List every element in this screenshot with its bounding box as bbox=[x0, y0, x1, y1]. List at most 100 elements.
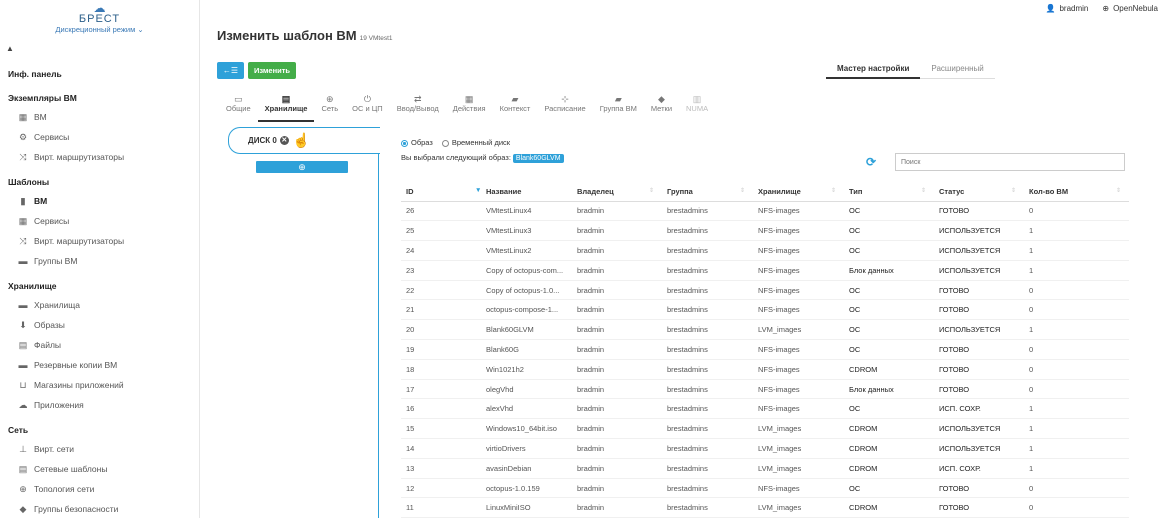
table-cell: bradmin bbox=[572, 458, 662, 479]
table-row[interactable]: 25 VMtestLinux3 bradmin brestadmins NFS-imag… bbox=[401, 220, 1129, 242]
sidebar-item[interactable]: ⊕ Топология сети bbox=[0, 479, 200, 499]
column-header-label: Тип bbox=[849, 187, 863, 197]
sidebar-item[interactable]: ▤ Сетевые шаблоны bbox=[0, 459, 200, 479]
nav-section[interactable]: Сеть bbox=[0, 422, 200, 439]
nav-item-label: Хранилища bbox=[34, 300, 80, 310]
section-tab-icon: ▤ bbox=[281, 94, 291, 104]
sidebar-item[interactable]: ⤨ Вирт. маршрутизаторы bbox=[0, 231, 200, 251]
add-disk-button[interactable]: ⊕ bbox=[256, 161, 348, 173]
section-tab[interactable]: ▰ Группа ВМ bbox=[593, 94, 644, 122]
sidebar-item[interactable]: ▦ ВМ bbox=[0, 107, 200, 127]
radio-volatile[interactable]: Временный диск bbox=[441, 138, 510, 147]
sidebar-item[interactable]: ▬ Резервные копии ВМ bbox=[0, 355, 200, 375]
table-cell: 1 bbox=[1024, 319, 1129, 341]
sidebar-item[interactable]: ⊥ Вирт. сети bbox=[0, 439, 200, 459]
user-name: bradmin bbox=[1059, 4, 1089, 13]
nav-section[interactable]: Экземпляры ВМ bbox=[0, 90, 200, 107]
nav-item-icon: ⊕ bbox=[19, 484, 27, 494]
table-cell: VMtestLinux4 bbox=[481, 201, 572, 222]
column-header[interactable]: Кол-во ВМ ⇕ bbox=[1024, 183, 1129, 202]
sidebar-item[interactable]: ▬ Хранилища bbox=[0, 295, 200, 315]
table-cell: brestadmins bbox=[662, 458, 753, 479]
table-row[interactable]: 26 VMtestLinux4 bradmin brestadmins NFS-imag… bbox=[401, 201, 1129, 222]
section-tab[interactable]: ▭ Общие bbox=[219, 94, 258, 122]
user-menu[interactable]: 👤 bradmin bbox=[1046, 4, 1089, 13]
section-tab[interactable]: ⏻ ОС и ЦП bbox=[345, 94, 390, 122]
column-header[interactable]: Название ▼ bbox=[475, 183, 572, 202]
user-icon: 👤 bbox=[1045, 4, 1056, 13]
section-tab[interactable]: ⇄ Ввод/Вывод bbox=[390, 94, 446, 122]
table-row[interactable]: 19 Blank60G bradmin brestadmins NFS-images OC… bbox=[401, 339, 1129, 360]
logo[interactable]: ☁ БРЕСТ Дискреционный режим ⌄ bbox=[0, 0, 199, 42]
disk-tab[interactable]: ДИСК 0 ✕ ☝ bbox=[228, 127, 380, 154]
table-cell: OC bbox=[844, 201, 934, 222]
column-header-label: Группа bbox=[667, 187, 693, 197]
table-cell: 1 bbox=[1024, 418, 1129, 440]
zone-menu[interactable]: ⊕ OpenNebula bbox=[1102, 4, 1158, 13]
table-cell: ИСПОЛЬЗУЕТСЯ bbox=[934, 240, 1024, 261]
collapse-sidebar-icon[interactable]: ▲ bbox=[6, 44, 14, 53]
update-button[interactable]: Изменить bbox=[248, 62, 296, 79]
tab-advanced[interactable]: Расширенный bbox=[920, 61, 995, 79]
table-row[interactable]: 18 Win1021h2 bradmin brestadmins NFS-images C… bbox=[401, 359, 1129, 380]
table-cell: brestadmins bbox=[662, 438, 753, 459]
table-row[interactable]: 14 virtioDrivers bradmin brestadmins LVM_ima… bbox=[401, 438, 1129, 459]
table-row[interactable]: 21 octopus-compose-1... bradmin brestadmins… bbox=[401, 299, 1129, 321]
section-tab[interactable]: ⊕ Сеть bbox=[314, 94, 345, 122]
table-cell: 0 bbox=[1024, 478, 1129, 499]
table-cell: ГОТОВО bbox=[934, 359, 1024, 380]
table-cell: 24 bbox=[401, 240, 481, 261]
table-row[interactable]: 23 Copy of octopus-com... bradmin brestadmi… bbox=[401, 260, 1129, 281]
sidebar-item[interactable]: ▬ Группы ВМ bbox=[0, 251, 200, 271]
section-tab[interactable]: ▦ Действия bbox=[446, 94, 493, 122]
table-row[interactable]: 24 VMtestLinux2 bradmin brestadmins NFS-imag… bbox=[401, 240, 1129, 261]
sidebar-item[interactable]: ⚙ Сервисы bbox=[0, 127, 200, 147]
table-cell: 1 bbox=[1024, 398, 1129, 420]
refresh-icon[interactable]: ⟳ bbox=[866, 155, 876, 169]
search-input[interactable] bbox=[895, 153, 1125, 171]
nav-section[interactable]: Хранилище bbox=[0, 278, 200, 295]
table-row[interactable]: 22 Copy of octopus-1.0... bradmin brestadmi… bbox=[401, 280, 1129, 301]
nav-section[interactable]: Инф. панель bbox=[0, 66, 200, 83]
column-header[interactable]: Группа ⇕ bbox=[662, 183, 753, 202]
nav-item-label: Приложения bbox=[34, 400, 84, 410]
radio-unselected-icon bbox=[441, 139, 449, 147]
section-tab[interactable]: ▤ Хранилище bbox=[257, 94, 315, 122]
sidebar-item[interactable]: ▦ Сервисы bbox=[0, 211, 200, 231]
sidebar-item[interactable]: ◆ Группы безопасности bbox=[0, 499, 200, 518]
table-cell: VMtestLinux2 bbox=[481, 240, 572, 261]
sidebar-item[interactable]: ▮ ВМ bbox=[0, 191, 200, 211]
sidebar-item[interactable]: ⬇ Образы bbox=[0, 315, 200, 335]
tab-wizard[interactable]: Мастер настройки bbox=[826, 61, 921, 79]
security-mode[interactable]: Дискреционный режим ⌄ bbox=[0, 25, 199, 35]
section-tab[interactable]: ▰ Контекст bbox=[493, 94, 538, 122]
radio-image[interactable]: Образ bbox=[401, 138, 433, 147]
table-row[interactable]: 16 alexVhd bradmin brestadmins NFS-images OC И… bbox=[401, 398, 1129, 420]
table-row[interactable]: 11 LinuxMiniISO bradmin brestadmins LVM_imag… bbox=[401, 497, 1129, 518]
table-cell: NFS-images bbox=[753, 398, 844, 420]
table-row[interactable]: 12 octopus-1.0.159 bradmin brestadmins NFS-i… bbox=[401, 478, 1129, 499]
sidebar-item[interactable]: ▤ Файлы bbox=[0, 335, 200, 355]
table-cell: NFS-images bbox=[753, 220, 844, 242]
table-row[interactable]: 15 Windows10_64bit.iso bradmin brestadmins L… bbox=[401, 418, 1129, 440]
column-header[interactable]: Владелец ⇕ bbox=[572, 183, 662, 202]
table-row[interactable]: 20 Blank60GLVM bradmin brestadmins LVM_image… bbox=[401, 319, 1129, 341]
sidebar-item[interactable]: ⤨ Вирт. маршрутизаторы bbox=[0, 147, 200, 167]
back-button[interactable]: ←☰ bbox=[217, 62, 244, 79]
section-tab[interactable]: ◆ Метки bbox=[644, 94, 679, 122]
column-header[interactable]: Тип ⇕ bbox=[844, 183, 934, 202]
remove-disk-icon[interactable]: ✕ bbox=[279, 136, 289, 146]
column-header[interactable]: Хранилище ⇕ bbox=[753, 183, 844, 202]
section-tab[interactable]: ⊹ Расписание bbox=[537, 94, 592, 122]
table-cell: 13 bbox=[401, 458, 481, 479]
column-header[interactable]: ID ▼ bbox=[401, 183, 481, 202]
column-header[interactable]: Статус ⇕ bbox=[934, 183, 1024, 202]
table-row[interactable]: 17 olegVhd bradmin brestadmins NFS-images Бло… bbox=[401, 379, 1129, 400]
table-row[interactable]: 13 avasinDebian bradmin brestadmins LVM_imag… bbox=[401, 458, 1129, 479]
section-tab-label: ОС и ЦП bbox=[352, 104, 383, 113]
table-cell: NFS-images bbox=[753, 359, 844, 380]
nav-section[interactable]: Шаблоны bbox=[0, 174, 200, 191]
section-tab-icon: ▭ bbox=[234, 94, 243, 104]
sidebar-item[interactable]: ⊔ Магазины приложений bbox=[0, 375, 200, 395]
sidebar-item[interactable]: ☁ Приложения bbox=[0, 395, 200, 415]
